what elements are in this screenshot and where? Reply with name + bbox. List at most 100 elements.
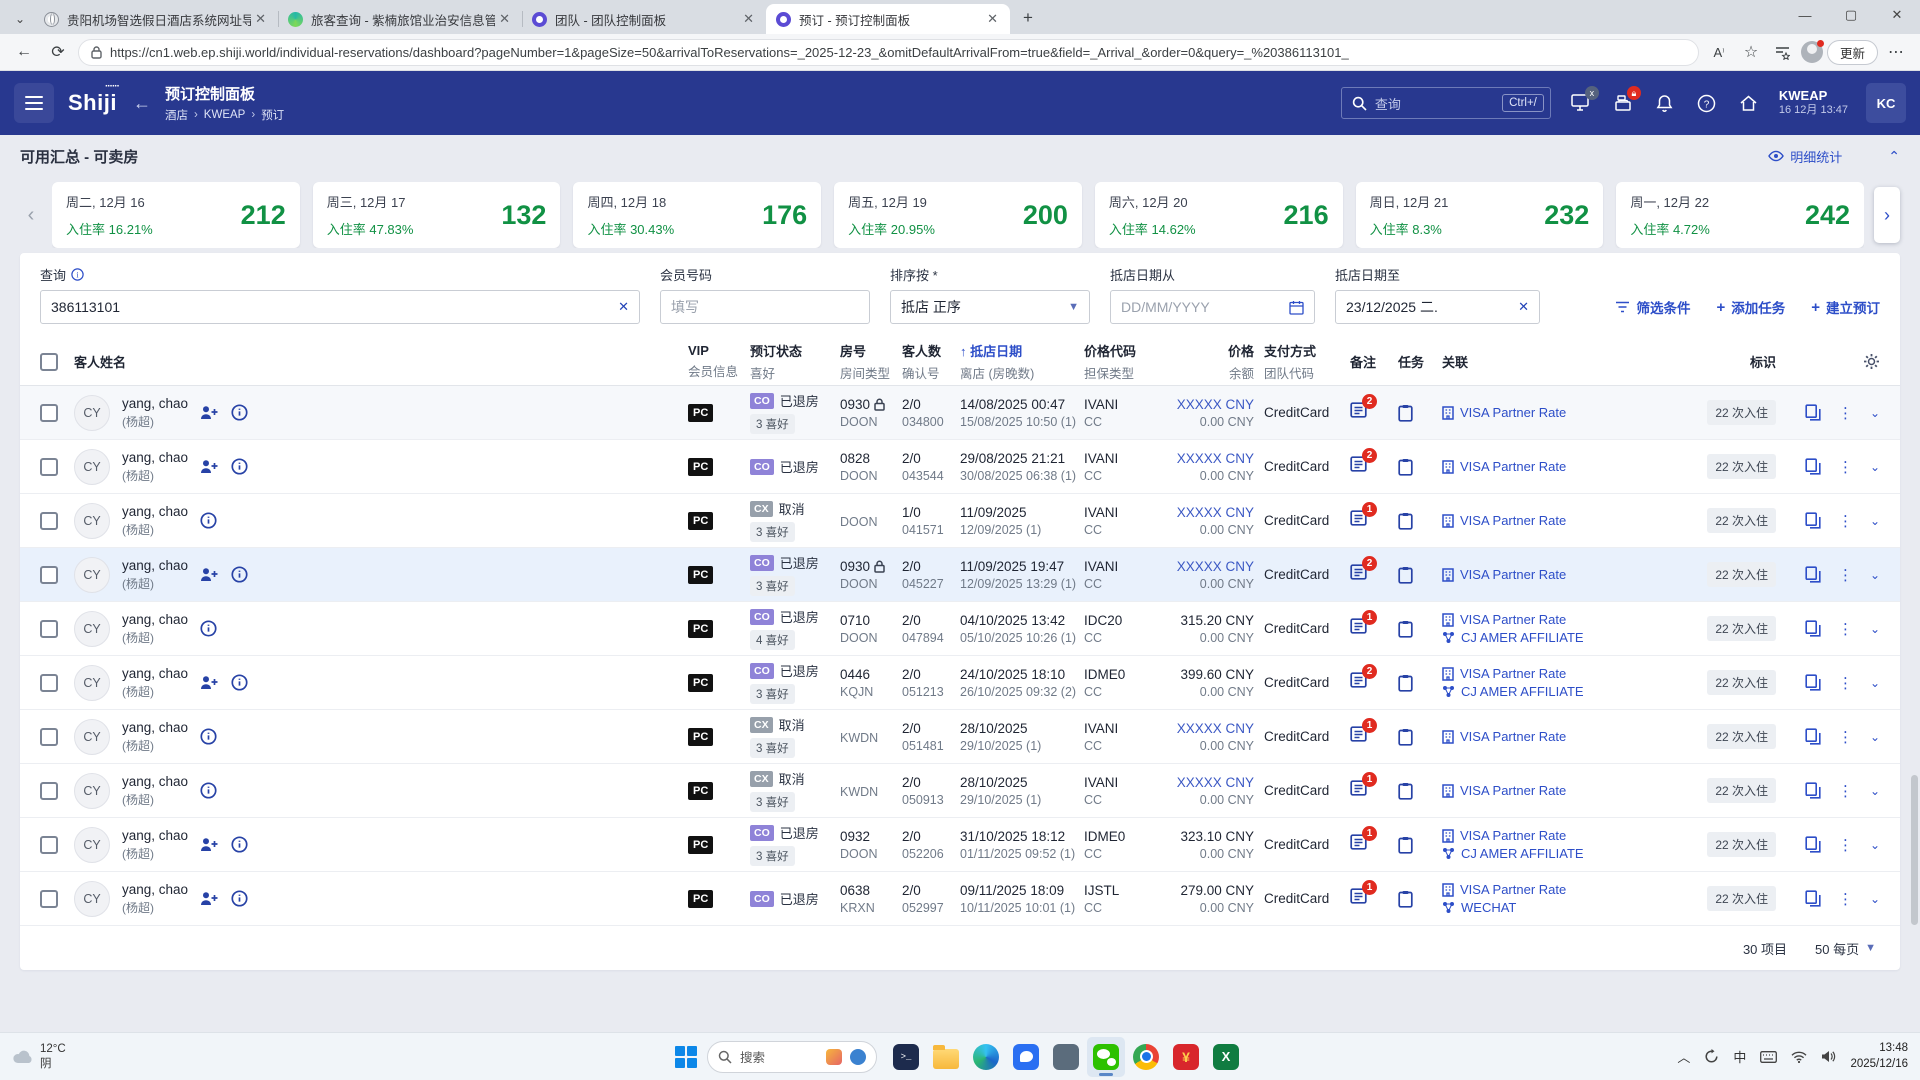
preferences-badge[interactable]: 3 喜好 xyxy=(750,414,795,434)
row-checkbox[interactable] xyxy=(40,673,58,692)
detail-statistics-link[interactable]: 明细统计 xyxy=(1768,147,1842,166)
preferences-badge[interactable]: 3 喜好 xyxy=(750,684,795,704)
guest-name-block[interactable]: yang, chao (杨超) xyxy=(122,666,188,700)
volume-icon[interactable] xyxy=(1821,1050,1836,1063)
preferences-badge[interactable]: 3 喜好 xyxy=(750,792,795,812)
row-menu-icon[interactable]: ⋮ xyxy=(1838,512,1853,530)
related-link[interactable]: VISA Partner Rate xyxy=(1442,459,1680,474)
row-menu-icon[interactable]: ⋮ xyxy=(1838,458,1853,476)
member-input[interactable]: 填写 xyxy=(660,290,870,324)
guest-name-block[interactable]: yang, chao (杨超) xyxy=(122,450,188,484)
back-icon[interactable]: ← xyxy=(10,38,38,66)
row-expand-chevron-icon[interactable]: ⌄ xyxy=(1870,676,1880,690)
task-clipboard-icon[interactable] xyxy=(1398,836,1413,854)
browser-profile-avatar[interactable] xyxy=(1800,40,1824,63)
table-row[interactable]: CY yang, chao (杨超) PC CO 已退房 3 喜好 0932 D… xyxy=(20,818,1900,872)
preferences-badge[interactable]: 3 喜好 xyxy=(750,522,795,542)
minimize-button[interactable]: — xyxy=(1782,0,1828,30)
wechat-icon[interactable] xyxy=(1087,1036,1125,1077)
guest-name-block[interactable]: yang, chao (杨超) xyxy=(122,882,188,916)
related-link[interactable]: WECHAT xyxy=(1442,900,1680,915)
row-expand-chevron-icon[interactable]: ⌄ xyxy=(1870,892,1880,906)
guest-name-block[interactable]: yang, chao (杨超) xyxy=(122,774,188,808)
close-window-button[interactable]: ✕ xyxy=(1874,0,1920,30)
availability-card[interactable]: 周日, 12月 21 入住率 8.3% 232 xyxy=(1355,182,1604,248)
cards-prev-icon[interactable]: ‹ xyxy=(20,204,42,227)
guest-name-block[interactable]: yang, chao (杨超) xyxy=(122,504,188,538)
row-checkbox[interactable] xyxy=(40,835,58,854)
info-icon[interactable] xyxy=(231,566,248,583)
guest-name-block[interactable]: yang, chao (杨超) xyxy=(122,396,188,430)
task-clipboard-icon[interactable] xyxy=(1398,512,1413,530)
price[interactable]: XXXXX CNY xyxy=(1172,397,1254,412)
row-expand-chevron-icon[interactable]: ⌄ xyxy=(1870,730,1880,744)
availability-card[interactable]: 周六, 12月 20 入住率 14.62% 216 xyxy=(1094,182,1343,248)
col-guests[interactable]: 客人数 xyxy=(902,341,960,360)
info-icon[interactable] xyxy=(200,728,217,745)
collections-icon[interactable] xyxy=(1769,38,1797,66)
chrome-icon[interactable] xyxy=(1127,1037,1165,1077)
task-clipboard-icon[interactable] xyxy=(1398,782,1413,800)
tray-chevron-up-icon[interactable]: ︿ xyxy=(1677,1047,1690,1066)
col-links[interactable]: 关联 xyxy=(1442,352,1680,371)
price[interactable]: XXXXX CNY xyxy=(1172,559,1254,574)
col-rate-code[interactable]: 价格代码 xyxy=(1084,341,1172,360)
taskbar-search-input[interactable]: 搜索 xyxy=(707,1040,877,1073)
table-row[interactable]: CY yang, chao (杨超) PC CO 已退房 3 喜好 0930 D… xyxy=(20,386,1900,440)
favorite-star-icon[interactable]: ☆ xyxy=(1737,38,1765,66)
guest-name-block[interactable]: yang, chao (杨超) xyxy=(122,828,188,862)
notes-icon[interactable]: 1 xyxy=(1350,502,1377,527)
preferences-badge[interactable]: 3 喜好 xyxy=(750,846,795,866)
user-avatar[interactable]: KC xyxy=(1866,83,1906,123)
task-clipboard-icon[interactable] xyxy=(1398,890,1413,908)
price[interactable]: 399.60 CNY xyxy=(1172,667,1254,682)
table-settings-gear-icon[interactable] xyxy=(1863,353,1880,370)
task-clipboard-icon[interactable] xyxy=(1398,674,1413,692)
task-clipboard-icon[interactable] xyxy=(1398,728,1413,746)
query-input[interactable]: 386113101 ✕ xyxy=(40,290,640,324)
row-checkbox[interactable] xyxy=(40,781,58,800)
info-icon[interactable] xyxy=(231,890,248,907)
col-arrival-sorted[interactable]: ↑ 抵店日期 xyxy=(960,341,1084,360)
related-link[interactable]: VISA Partner Rate xyxy=(1442,729,1680,744)
row-menu-icon[interactable]: ⋮ xyxy=(1838,566,1853,584)
add-contact-icon[interactable] xyxy=(200,675,219,690)
copy-icon[interactable] xyxy=(1805,404,1821,421)
row-checkbox[interactable] xyxy=(40,511,58,530)
browser-menu-icon[interactable]: ⋯ xyxy=(1882,38,1910,66)
browser-tab[interactable]: 团队 - 团队控制面板 ✕ xyxy=(522,4,766,34)
read-aloud-icon[interactable]: A ⁾ xyxy=(1705,38,1733,66)
row-expand-chevron-icon[interactable]: ⌄ xyxy=(1870,622,1880,636)
new-reservation-button[interactable]: + 建立预订 xyxy=(1811,297,1880,317)
browser-update-button[interactable]: 更新 xyxy=(1826,39,1878,65)
taskbar-clock[interactable]: 13:48 2025/12/16 xyxy=(1850,1041,1908,1072)
browser-tab[interactable]: 贵阳机场智选假日酒店系统网址导 ✕ xyxy=(34,4,278,34)
info-icon[interactable] xyxy=(231,836,248,853)
table-row[interactable]: CY yang, chao (杨超) PC CO 已退房 3 喜好 0446 K… xyxy=(20,656,1900,710)
home-icon[interactable] xyxy=(1737,91,1761,115)
copy-icon[interactable] xyxy=(1805,458,1821,475)
related-link[interactable]: VISA Partner Rate xyxy=(1442,666,1680,681)
new-tab-button[interactable]: + xyxy=(1014,4,1042,32)
sync-icon[interactable] xyxy=(1704,1049,1719,1064)
taskbar-weather[interactable]: 12°C 阴 xyxy=(12,1042,66,1072)
price[interactable]: XXXXX CNY xyxy=(1172,451,1254,466)
availability-card[interactable]: 周一, 12月 22 入住率 4.72% 242 xyxy=(1616,182,1864,248)
filter-conditions-button[interactable]: 筛选条件 xyxy=(1615,297,1690,317)
price[interactable]: XXXXX CNY xyxy=(1172,775,1254,790)
file-explorer-icon[interactable] xyxy=(927,1037,965,1077)
calculator-icon[interactable] xyxy=(1047,1037,1085,1077)
preferences-badge[interactable]: 3 喜好 xyxy=(750,738,795,758)
table-row[interactable]: CY yang, chao (杨超) PC CX 取消 3 喜好 KWDN 2/… xyxy=(20,764,1900,818)
row-expand-chevron-icon[interactable]: ⌄ xyxy=(1870,838,1880,852)
row-expand-chevron-icon[interactable]: ⌄ xyxy=(1870,568,1880,582)
row-menu-icon[interactable]: ⋮ xyxy=(1838,404,1853,422)
sort-select[interactable]: 抵店 正序 ▼ xyxy=(890,290,1090,324)
wecom-icon[interactable] xyxy=(1007,1037,1045,1077)
preferences-badge[interactable]: 4 喜好 xyxy=(750,630,795,650)
page-size-select[interactable]: 50 每页 ▼ xyxy=(1815,939,1876,958)
guest-name-block[interactable]: yang, chao (杨超) xyxy=(122,612,188,646)
info-icon[interactable] xyxy=(200,512,217,529)
notes-icon[interactable]: 2 xyxy=(1350,556,1377,581)
add-contact-icon[interactable] xyxy=(200,891,219,906)
